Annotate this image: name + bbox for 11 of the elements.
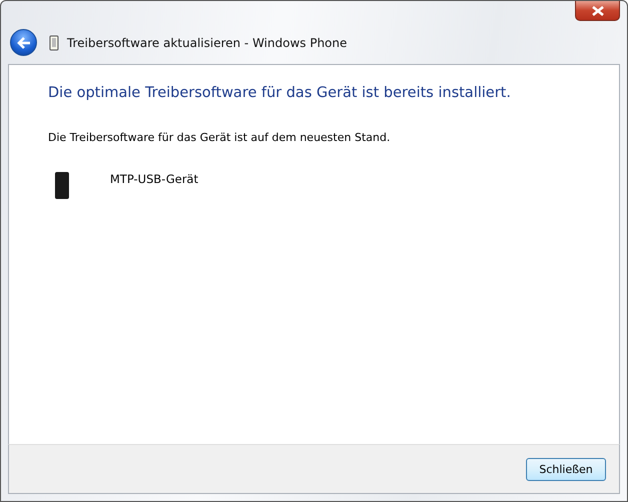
heading: Die optimale Treibersoftware für das Gerät ist bereits installiert. xyxy=(48,85,512,101)
device-name: MTP-USB-Gerät xyxy=(110,172,198,186)
window-title: Treibersoftware aktualisieren - Windows Phone xyxy=(67,36,348,50)
close-icon xyxy=(590,6,604,16)
message-text: Die Treibersoftware für das Gerät ist auf dem neuesten Stand. xyxy=(48,131,392,144)
close-dialog-button[interactable]: Schließen xyxy=(526,458,606,480)
back-arrow-icon xyxy=(16,36,32,50)
device-icon xyxy=(49,34,59,50)
close-button[interactable] xyxy=(575,1,620,21)
phone-icon xyxy=(54,171,70,201)
back-button[interactable] xyxy=(10,29,37,56)
